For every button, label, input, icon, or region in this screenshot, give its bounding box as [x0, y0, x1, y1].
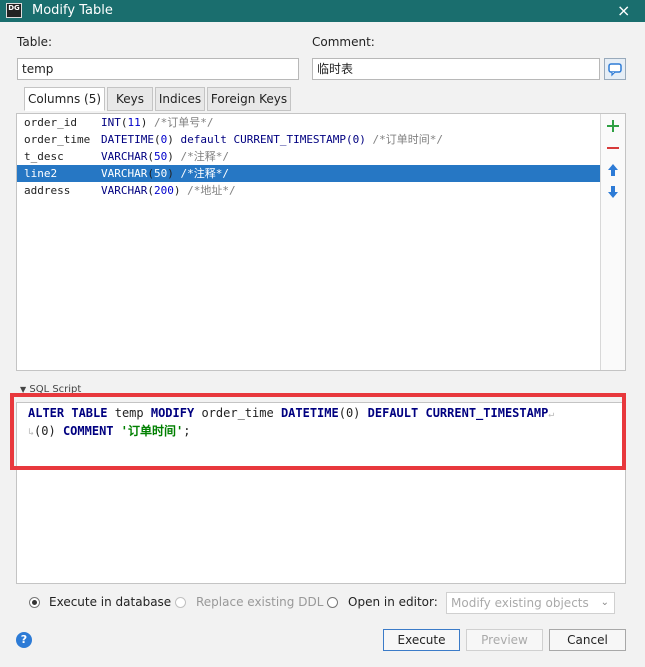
tab-keys[interactable]: Keys: [107, 87, 153, 111]
remove-icon[interactable]: [606, 141, 620, 155]
tab-columns[interactable]: Columns (5): [24, 87, 105, 111]
column-name: order_time: [24, 133, 91, 146]
window-title: Modify Table: [32, 3, 113, 18]
speech-bubble-icon: [608, 63, 622, 77]
column-name: address: [24, 184, 71, 197]
column-size: 0: [160, 133, 168, 146]
tab-foreign-keys[interactable]: Foreign Keys: [207, 87, 291, 111]
editor-mode-select[interactable]: Modify existing objects ⌄: [446, 592, 615, 614]
chevron-down-icon: ⌄: [600, 597, 609, 608]
column-comment: /*订单时间*/: [372, 133, 444, 146]
move-down-icon[interactable]: [606, 185, 620, 199]
open-in-editor-radio[interactable]: [327, 597, 338, 608]
column-comment: /*订单号*/: [154, 116, 214, 129]
column-row[interactable]: t_desc VARCHAR(50) /*注释*/: [17, 148, 600, 165]
close-icon[interactable]: ×: [617, 1, 630, 20]
column-actions-toolbar: [600, 114, 625, 370]
replace-existing-ddl-radio[interactable]: [175, 597, 186, 608]
table-name-input[interactable]: temp: [17, 58, 299, 80]
comment-input[interactable]: 临时表: [312, 58, 600, 80]
replace-existing-ddl-label[interactable]: Replace existing DDL: [196, 595, 323, 609]
column-type: DATETIME: [101, 133, 154, 146]
app-logo: DG: [6, 3, 22, 18]
column-type: VARCHAR: [101, 150, 148, 163]
column-size: 200: [153, 184, 174, 197]
column-row[interactable]: address VARCHAR(200) /*地址*/: [17, 182, 600, 199]
highlight-box: [10, 393, 626, 470]
column-type: VARCHAR: [101, 184, 148, 197]
column-row[interactable]: order_id INT(11) /*订单号*/: [17, 114, 600, 131]
cancel-button[interactable]: Cancel: [549, 629, 626, 651]
execute-in-database-label[interactable]: Execute in database: [49, 595, 171, 609]
columns-list-panel: order_id INT(11) /*订单号*/ order_time DATE…: [16, 113, 626, 371]
column-type: VARCHAR: [101, 167, 148, 180]
column-name: order_id: [24, 116, 77, 129]
column-type: INT: [101, 116, 121, 129]
execute-button[interactable]: Execute: [383, 629, 460, 651]
editor-mode-value: Modify existing objects: [451, 596, 589, 610]
column-comment: /*注释*/: [180, 167, 229, 180]
column-default: default CURRENT_TIMESTAMP(0): [180, 133, 366, 146]
column-name: line2: [24, 167, 58, 180]
tab-indices[interactable]: Indices: [155, 87, 205, 111]
preview-button[interactable]: Preview: [466, 629, 543, 651]
help-icon[interactable]: ?: [16, 632, 32, 648]
column-size: 50: [153, 167, 168, 180]
column-row[interactable]: order_time DATETIME(0) default CURRENT_T…: [17, 131, 600, 148]
column-comment: /*地址*/: [187, 184, 236, 197]
title-bar: DG Modify Table ×: [0, 0, 645, 22]
comment-label: Comment:: [312, 35, 375, 49]
move-up-icon[interactable]: [606, 163, 620, 177]
column-size: 11: [127, 116, 141, 129]
column-comment: /*注释*/: [180, 150, 229, 163]
add-icon[interactable]: [606, 119, 620, 133]
column-row-selected[interactable]: line2 VARCHAR(50) /*注释*/: [17, 165, 600, 182]
table-label: Table:: [17, 35, 53, 49]
execute-in-database-radio[interactable]: [29, 597, 40, 608]
comment-editor-button[interactable]: [604, 58, 626, 80]
column-size: 50: [153, 150, 168, 163]
open-in-editor-label[interactable]: Open in editor:: [348, 595, 438, 609]
column-name: t_desc: [24, 150, 64, 163]
